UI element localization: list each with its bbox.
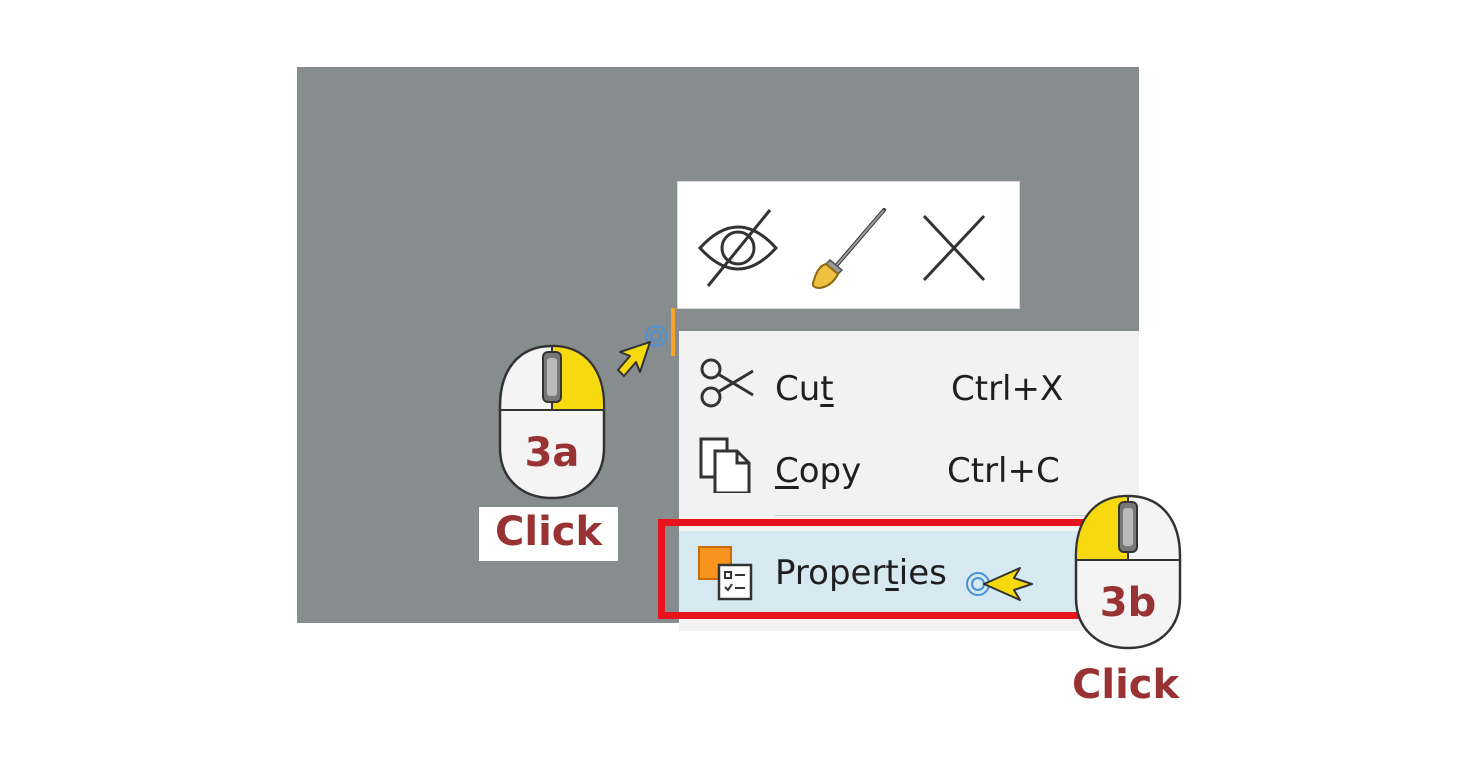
right-click-mouse-icon: 3a <box>497 344 607 500</box>
step-number: 3a <box>524 430 580 476</box>
menu-item-copy[interactable]: Copy Ctrl+C <box>679 423 1139 503</box>
menu-item-shortcut: Ctrl+X <box>951 369 1064 409</box>
scissors-icon <box>697 355 757 411</box>
menu-item-label: Cut <box>775 369 834 409</box>
step-number: 3b <box>1099 580 1157 626</box>
hide-eye-icon <box>697 209 779 287</box>
hide-button[interactable] <box>692 204 784 290</box>
appearance-button[interactable] <box>802 204 894 290</box>
click-caption: Click <box>1072 662 1180 708</box>
close-x-icon <box>922 214 986 282</box>
click-caption: Click <box>479 507 619 561</box>
cursor-pointer-icon <box>960 560 1036 608</box>
left-click-mouse-icon: 3b <box>1073 494 1183 650</box>
copy-icon <box>697 437 757 493</box>
mini-toolbar <box>677 181 1020 309</box>
delete-button[interactable] <box>908 204 1000 290</box>
cursor-pointer-icon <box>606 318 674 382</box>
paintbrush-icon <box>811 208 886 290</box>
menu-item-shortcut: Ctrl+C <box>947 451 1060 491</box>
menu-item-cut[interactable]: Cut Ctrl+X <box>679 341 1139 421</box>
menu-item-label: Copy <box>775 451 862 491</box>
